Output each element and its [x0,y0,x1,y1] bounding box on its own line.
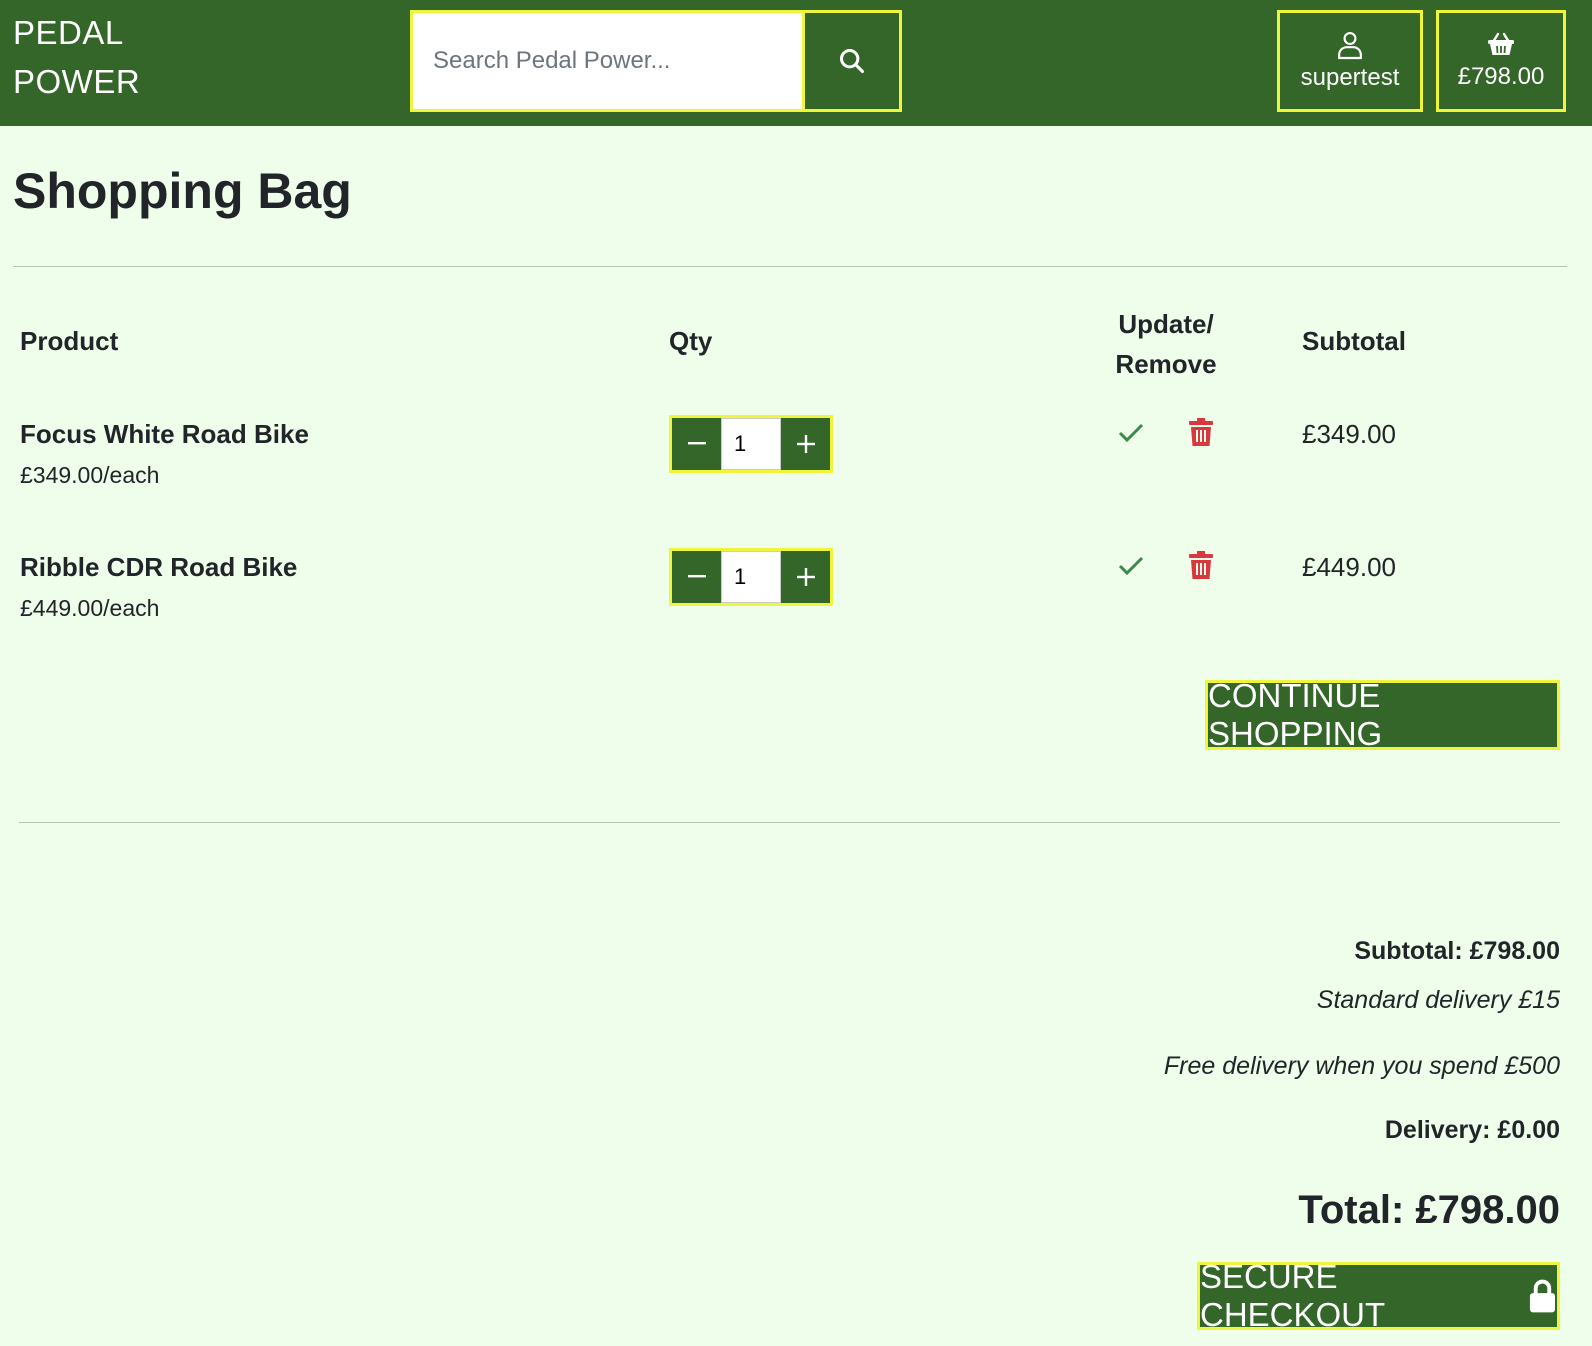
quantity-stepper [669,415,833,473]
summary-subtotal: Subtotal: £798.00 [1354,937,1560,965]
search-input[interactable] [410,10,802,112]
remove-button[interactable] [1189,418,1213,451]
minus-icon [687,575,706,578]
plus-icon [796,568,815,586]
divider [19,822,1560,823]
standard-delivery-note: Standard delivery £15 [1316,986,1560,1014]
line-subtotal: £449.00 [1302,552,1396,582]
header-update-remove: Update/ Remove [1110,304,1222,384]
summary-delivery: Delivery: £0.00 [1384,1116,1560,1144]
secure-checkout-button[interactable]: SECURE CHECKOUT [1197,1258,1560,1333]
remove-button[interactable] [1189,551,1213,584]
site-header: PEDAL POWER supertest £798.00 [0,0,1592,126]
search-form [410,10,902,112]
update-button[interactable] [1118,555,1144,582]
account-button[interactable]: supertest [1277,10,1423,112]
increment-button[interactable] [781,418,830,470]
brand-line-1: PEDAL [13,14,124,51]
product-price-each: £349.00/each [20,462,160,488]
header-qty: Qty [669,326,713,356]
quantity-stepper [669,548,833,606]
divider [13,266,1567,267]
header-update-line: Update/ [1118,309,1214,339]
search-button[interactable] [802,10,902,112]
checkout-label: SECURE CHECKOUT [1200,1258,1386,1333]
page-title: Shopping Bag [13,163,352,219]
grand-total: Total: £798.00 [1298,1188,1560,1232]
quantity-input[interactable] [721,418,781,470]
decrement-button[interactable] [672,551,721,603]
trash-icon [1189,551,1213,579]
continue-shopping-button[interactable]: CONTINUE SHOPPING [1205,677,1560,752]
brand-line-2: POWER [13,63,141,100]
quantity-input[interactable] [721,551,781,603]
decrement-button[interactable] [672,418,721,470]
update-button[interactable] [1118,422,1144,449]
bag-total: £798.00 [1457,63,1545,90]
check-icon [1118,556,1144,576]
minus-icon [687,442,706,445]
header-subtotal: Subtotal [1302,326,1406,356]
lock-icon [1529,1279,1556,1313]
trash-icon [1189,418,1213,446]
increment-button[interactable] [781,551,830,603]
user-icon [1338,32,1362,60]
line-subtotal: £349.00 [1302,419,1396,449]
free-delivery-note: Free delivery when you spend £500 [1163,1052,1560,1080]
brand-logo[interactable]: PEDAL POWER [13,8,140,106]
product-name[interactable]: Ribble CDR Road Bike [20,552,297,583]
product-price-each: £449.00/each [20,595,160,621]
account-label: supertest [1300,64,1400,91]
header-remove-line: Remove [1115,349,1217,379]
product-name[interactable]: Focus White Road Bike [20,419,309,450]
search-icon [839,48,865,74]
header-product: Product [20,326,119,356]
plus-icon [796,435,815,453]
bag-button[interactable]: £798.00 [1436,10,1566,112]
check-icon [1118,423,1144,443]
basket-icon [1488,32,1514,55]
